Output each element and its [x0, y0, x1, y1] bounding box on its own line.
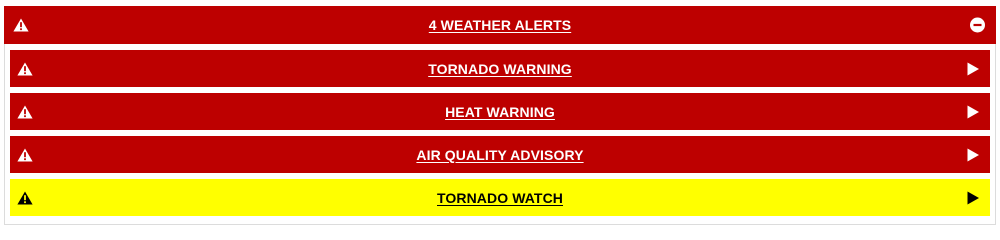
alerts-header-title: 4 WEATHER ALERTS: [428, 17, 572, 33]
alert-title: TORNADO WATCH: [437, 189, 563, 206]
alert-item-tornado-warning[interactable]: TORNADO WARNING: [10, 50, 990, 87]
expand-arrow-icon[interactable]: [966, 105, 980, 119]
alert-title: TORNADO WARNING: [428, 60, 572, 77]
collapse-minus-icon[interactable]: [970, 17, 985, 33]
alert-title: HEAT WARNING: [445, 103, 555, 120]
alert-title: AIR QUALITY ADVISORY: [416, 146, 584, 163]
alert-item-air-quality-advisory[interactable]: AIR QUALITY ADVISORY: [10, 136, 990, 173]
alert-item-heat-warning[interactable]: HEAT WARNING: [10, 93, 990, 130]
warning-triangle-icon: [17, 62, 33, 75]
warning-triangle-icon: [17, 148, 33, 161]
expand-arrow-icon[interactable]: [966, 62, 980, 76]
expand-arrow-icon[interactable]: [966, 148, 980, 162]
expand-arrow-icon[interactable]: [966, 191, 980, 205]
alerts-list: TORNADO WARNING HEAT WARNING AIR QUALITY…: [4, 44, 996, 225]
alerts-header[interactable]: 4 WEATHER ALERTS: [4, 6, 996, 44]
warning-triangle-icon: [13, 18, 29, 32]
warning-triangle-icon: [17, 105, 33, 118]
warning-triangle-icon: [17, 191, 33, 204]
alert-item-tornado-watch[interactable]: TORNADO WATCH: [10, 179, 990, 216]
